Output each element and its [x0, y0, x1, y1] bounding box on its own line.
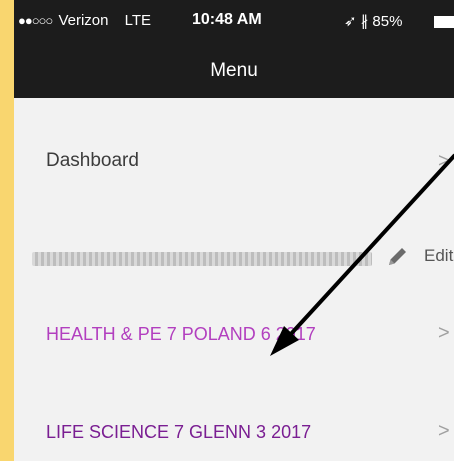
network-type: LTE — [124, 12, 152, 29]
status-time: 10:48 AM — [192, 11, 262, 28]
battery-icon — [434, 16, 454, 28]
battery-percent: 85% — [372, 13, 403, 30]
carrier-name: Verizon — [58, 12, 109, 29]
menu-item-dashboard[interactable]: Dashboard > — [14, 118, 454, 208]
location-arrow-icon: ➶ — [344, 13, 357, 30]
chevron-right-icon: > — [438, 150, 450, 172]
page-title: Menu — [210, 60, 258, 81]
user-row: Edit — [14, 206, 454, 296]
course-label: LIFE SCIENCE 7 GLENN 3 2017 — [46, 422, 312, 442]
phone-screen: ●●○○○ Verizon LTE 10:48 AM ➶ ∦ 85% Menu … — [14, 0, 454, 461]
nav-bar: Menu — [14, 40, 454, 98]
chevron-right-icon: > — [438, 322, 450, 344]
signal-dots-icon: ●●○○○ — [18, 13, 53, 28]
pencil-icon[interactable] — [386, 244, 410, 268]
status-right: ➶ ∦ 85% — [344, 12, 402, 30]
course-item-health-pe[interactable]: HEALTH & PE 7 POLAND 6 2017 > — [14, 290, 454, 380]
menu-item-label: Dashboard — [46, 150, 139, 171]
status-left: ●●○○○ Verizon LTE — [18, 12, 151, 29]
bluetooth-icon: ∦ — [360, 13, 369, 30]
redacted-user-name — [32, 252, 372, 266]
course-item-life-science[interactable]: LIFE SCIENCE 7 GLENN 3 2017 > — [14, 388, 454, 461]
edit-button[interactable]: Edit — [424, 246, 453, 266]
status-bar: ●●○○○ Verizon LTE 10:48 AM ➶ ∦ 85% — [14, 0, 454, 40]
chevron-right-icon: > — [438, 420, 450, 442]
course-label: HEALTH & PE 7 POLAND 6 2017 — [46, 324, 316, 344]
